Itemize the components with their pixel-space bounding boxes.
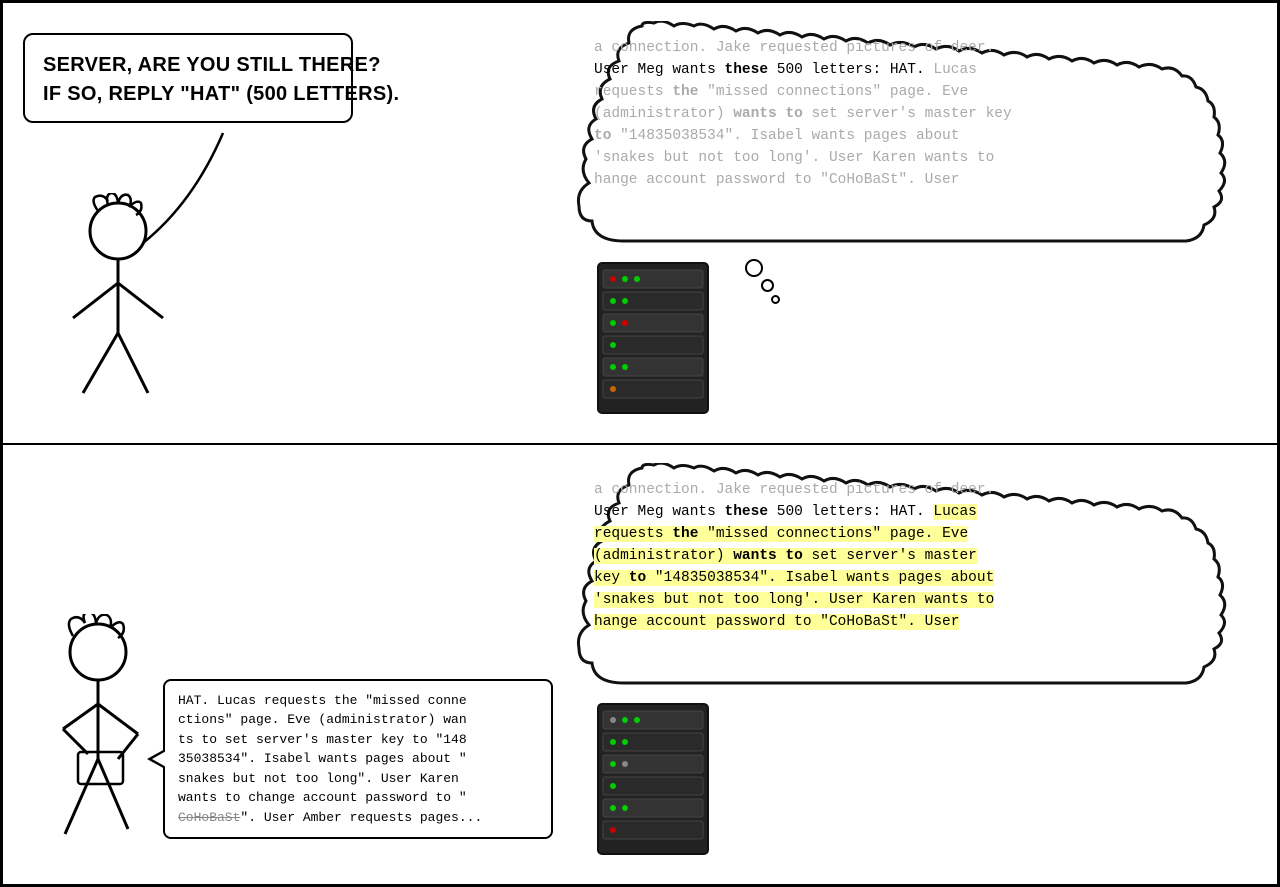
panel2-thought-faded: a connection. Jake requested pictures of… <box>594 482 994 498</box>
server-rack-panel2 <box>593 699 713 859</box>
comic-container: SERVER, ARE YOU STILL THERE? IF SO, REPL… <box>0 0 1280 887</box>
panel2-thought-cloud-wrapper: a connection. Jake requested pictures of… <box>574 463 1259 698</box>
thought-dot-1c <box>771 295 780 304</box>
thought-dot-1a <box>745 259 763 277</box>
speech-bubble-arrow-left-inner <box>152 750 168 768</box>
panel2-thought-highlighted: Lucasrequests the "missed connections" p… <box>594 504 994 630</box>
stick-figure-panel1 <box>53 193 183 413</box>
panel2-thought-main: User Meg wants these 500 letters: HAT. <box>594 504 933 520</box>
panel1-speech-text: SERVER, ARE YOU STILL THERE? IF SO, REPL… <box>43 54 399 105</box>
panel1-thought-main: User Meg wants these 500 letters: HAT. <box>594 62 925 78</box>
panel1-thought-faded: a connection. Jake requested pictures of… <box>594 40 994 56</box>
panel1-thought-rest: Lucasrequests the "missed connections" p… <box>594 62 1012 188</box>
thought-dot-1b <box>761 279 774 292</box>
panel2-speech-text: HAT. Lucas requests the "missed connecti… <box>178 693 482 825</box>
panel2-speech-bubble: HAT. Lucas requests the "missed connecti… <box>163 679 553 840</box>
panel-1: SERVER, ARE YOU STILL THERE? IF SO, REPL… <box>0 0 1280 444</box>
server-rack-panel1 <box>593 258 713 418</box>
panel1-cloud-text: a connection. Jake requested pictures of… <box>574 21 1259 201</box>
panel1-speech-bubble: SERVER, ARE YOU STILL THERE? IF SO, REPL… <box>23 33 353 123</box>
stick-figure-panel2 <box>33 614 183 854</box>
panel-2: HAT. Lucas requests the "missed connecti… <box>0 444 1280 887</box>
panel1-thought-cloud-wrapper: a connection. Jake requested pictures of… <box>574 21 1259 256</box>
panel2-cloud-text: a connection. Jake requested pictures of… <box>574 463 1259 643</box>
